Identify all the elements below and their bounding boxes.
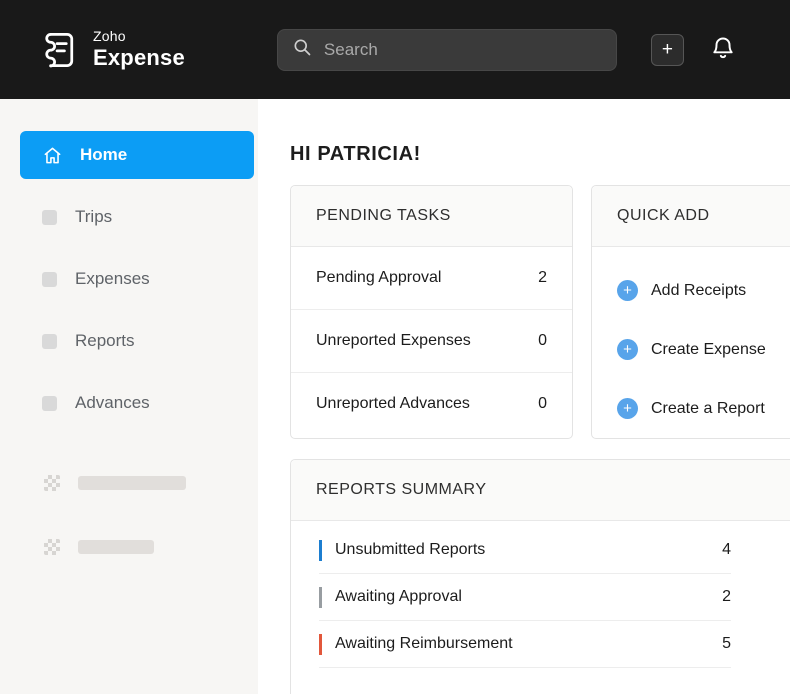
summary-label: Awaiting Reimbursement <box>335 635 722 653</box>
plus-circle-icon: + <box>617 280 638 301</box>
advances-icon <box>42 396 57 411</box>
quick-add-create-report[interactable]: + Create a Report <box>592 379 790 438</box>
expense-logo-icon <box>36 28 80 72</box>
search-icon <box>292 37 312 62</box>
home-icon <box>42 146 62 165</box>
pending-tasks-row-pending-approval[interactable]: Pending Approval 2 <box>291 247 572 310</box>
summary-label: Unsubmitted Reports <box>335 541 722 559</box>
sidebar-item-trips[interactable]: Trips <box>20 193 254 241</box>
expenses-icon <box>42 272 57 287</box>
task-value: 0 <box>538 332 547 350</box>
add-button[interactable]: + <box>651 34 684 66</box>
topbar: Zoho Expense + <box>0 0 790 99</box>
sidebar-item-label: Expenses <box>75 269 150 289</box>
reports-summary-card: REPORTS SUMMARY Unsubmitted Reports 4 Aw… <box>290 459 790 694</box>
quick-add-card: QUICK ADD + Add Receipts + Create Expens… <box>591 185 790 439</box>
plus-circle-icon: + <box>617 339 638 360</box>
bell-icon <box>710 35 736 64</box>
quick-add-label: Create a Report <box>651 400 765 418</box>
placeholder-icon <box>44 539 60 555</box>
summary-value: 2 <box>722 588 731 606</box>
search-input[interactable] <box>324 40 602 60</box>
skeleton-bar <box>78 540 154 554</box>
top-cards-row: PENDING TASKS Pending Approval 2 Unrepor… <box>290 185 790 439</box>
status-color-bar <box>319 587 322 608</box>
pending-tasks-card: PENDING TASKS Pending Approval 2 Unrepor… <box>290 185 573 439</box>
quick-add-add-receipts[interactable]: + Add Receipts <box>592 261 790 320</box>
sidebar-skeleton-item <box>44 475 258 491</box>
summary-row-awaiting-approval[interactable]: Awaiting Approval 2 <box>319 574 731 621</box>
quick-add-create-expense[interactable]: + Create Expense <box>592 320 790 379</box>
trips-icon <box>42 210 57 225</box>
pending-tasks-row-unreported-expenses[interactable]: Unreported Expenses 0 <box>291 310 572 373</box>
quick-add-list: + Add Receipts + Create Expense + Create… <box>592 247 790 438</box>
task-value: 2 <box>538 269 547 287</box>
summary-value: 4 <box>722 541 731 559</box>
sidebar-item-label: Home <box>80 145 127 165</box>
summary-row-awaiting-reimbursement[interactable]: Awaiting Reimbursement 5 <box>319 621 731 668</box>
task-value: 0 <box>538 395 547 413</box>
search-box[interactable] <box>277 29 617 71</box>
summary-label: Awaiting Approval <box>335 588 722 606</box>
summary-row-unsubmitted-reports[interactable]: Unsubmitted Reports 4 <box>319 527 731 574</box>
sidebar-item-label: Trips <box>75 207 112 227</box>
pending-tasks-row-unreported-advances[interactable]: Unreported Advances 0 <box>291 373 572 435</box>
status-color-bar <box>319 634 322 655</box>
task-label: Unreported Expenses <box>316 332 471 350</box>
sidebar-item-expenses[interactable]: Expenses <box>20 255 254 303</box>
status-color-bar <box>319 540 322 561</box>
greeting-heading: HI PATRICIA! <box>290 143 790 166</box>
quick-add-label: Add Receipts <box>651 282 746 300</box>
pending-tasks-title: PENDING TASKS <box>291 186 572 247</box>
sidebar: Home Trips Expenses Reports Advances <box>0 99 258 694</box>
notifications-button[interactable] <box>710 35 736 64</box>
task-label: Pending Approval <box>316 269 441 287</box>
quick-add-label: Create Expense <box>651 341 766 359</box>
sidebar-item-reports[interactable]: Reports <box>20 317 254 365</box>
reports-icon <box>42 334 57 349</box>
sidebar-item-advances[interactable]: Advances <box>20 379 254 427</box>
sidebar-item-label: Advances <box>75 393 150 413</box>
brand-expense: Expense <box>93 45 185 71</box>
zoho-expense-logo[interactable]: Zoho Expense <box>36 28 185 72</box>
placeholder-icon <box>44 475 60 491</box>
main-content: HI PATRICIA! PENDING TASKS Pending Appro… <box>258 99 790 694</box>
skeleton-bar <box>78 476 186 490</box>
brand-zoho: Zoho <box>93 28 185 44</box>
summary-value: 5 <box>722 635 731 653</box>
reports-summary-rows: Unsubmitted Reports 4 Awaiting Approval … <box>291 521 790 668</box>
task-label: Unreported Advances <box>316 395 470 413</box>
reports-summary-title: REPORTS SUMMARY <box>291 460 790 521</box>
sidebar-skeleton-item <box>44 539 258 555</box>
quick-add-title: QUICK ADD <box>592 186 790 247</box>
sidebar-item-label: Reports <box>75 331 135 351</box>
sidebar-item-home[interactable]: Home <box>20 131 254 179</box>
brand-text: Zoho Expense <box>93 28 185 71</box>
plus-circle-icon: + <box>617 398 638 419</box>
